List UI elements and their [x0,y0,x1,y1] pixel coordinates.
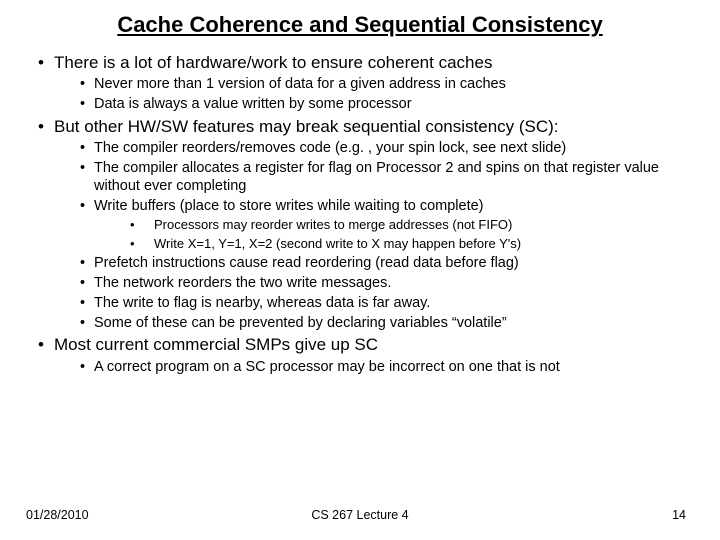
bullet-lvl1: • Most current commercial SMPs give up S… [30,334,690,355]
bullet-text: Write buffers (place to store writes whi… [94,197,484,215]
bullet-text: Processors may reorder writes to merge a… [154,217,512,233]
bullet-text: Prefetch instructions cause read reorder… [94,254,519,272]
bullet-lvl2: • Write buffers (place to store writes w… [30,197,690,215]
footer-center: CS 267 Lecture 4 [0,508,720,522]
bullet-icon: • [80,75,94,93]
bullet-icon: • [80,294,94,312]
bullet-icon: • [130,236,154,252]
bullet-icon: • [38,116,54,137]
bullet-text: But other HW/SW features may break seque… [54,116,559,137]
bullet-text: Never more than 1 version of data for a … [94,75,506,93]
bullet-text: Write X=1, Y=1, X=2 (second write to X m… [154,236,521,252]
bullet-lvl3: • Write X=1, Y=1, X=2 (second write to X… [30,236,690,252]
bullet-icon: • [80,139,94,157]
bullet-lvl2: • The compiler allocates a register for … [30,159,690,195]
bullet-icon: • [80,254,94,272]
bullet-icon: • [80,159,94,195]
bullet-lvl2: • The write to flag is nearby, whereas d… [30,294,690,312]
bullet-text: There is a lot of hardware/work to ensur… [54,52,492,73]
bullet-lvl2: • A correct program on a SC processor ma… [30,358,690,376]
bullet-text: The compiler allocates a register for fl… [94,159,690,195]
bullet-text: Data is always a value written by some p… [94,95,412,113]
bullet-icon: • [38,334,54,355]
bullet-list: • There is a lot of hardware/work to ens… [30,52,690,376]
bullet-icon: • [80,358,94,376]
footer-page-number: 14 [672,508,686,522]
bullet-lvl2: • The compiler reorders/removes code (e.… [30,139,690,157]
bullet-lvl1: • There is a lot of hardware/work to ens… [30,52,690,73]
bullet-icon: • [130,217,154,233]
bullet-icon: • [80,95,94,113]
bullet-text: The write to flag is nearby, whereas dat… [94,294,430,312]
bullet-icon: • [80,274,94,292]
slide-title: Cache Coherence and Sequential Consisten… [50,12,670,38]
bullet-text: A correct program on a SC processor may … [94,358,560,376]
bullet-icon: • [80,314,94,332]
bullet-text: Most current commercial SMPs give up SC [54,334,378,355]
bullet-lvl2: • Prefetch instructions cause read reord… [30,254,690,272]
bullet-lvl1: • But other HW/SW features may break seq… [30,116,690,137]
bullet-lvl2: • The network reorders the two write mes… [30,274,690,292]
bullet-text: The network reorders the two write messa… [94,274,391,292]
slide-footer: 01/28/2010 CS 267 Lecture 4 14 [0,508,720,522]
bullet-lvl2: • Some of these can be prevented by decl… [30,314,690,332]
bullet-lvl2: • Data is always a value written by some… [30,95,690,113]
bullet-icon: • [80,197,94,215]
footer-date: 01/28/2010 [26,508,89,522]
bullet-lvl3: • Processors may reorder writes to merge… [30,217,690,233]
bullet-text: Some of these can be prevented by declar… [94,314,507,332]
bullet-text: The compiler reorders/removes code (e.g.… [94,139,566,157]
bullet-lvl2: • Never more than 1 version of data for … [30,75,690,93]
bullet-icon: • [38,52,54,73]
